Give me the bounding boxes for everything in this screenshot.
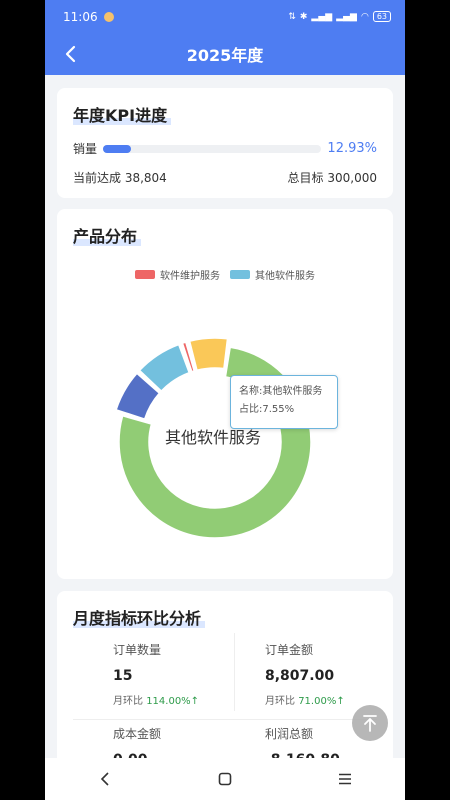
chart-legend: 软件维护服务 其他软件服务 (57, 267, 393, 282)
phone-screen: 11:06 ⇅ ✱ ▂▄▆ ▂▄▆ ◠ 63 2025年度 年度KPI进度 销量… (45, 0, 405, 800)
back-button[interactable] (57, 41, 83, 67)
signal-icon: ▂▄▆ (311, 11, 333, 22)
metric-order-count: 订单数量 15 月环比 114.00%↑ (113, 641, 263, 707)
chart-tooltip: 名称:其他软件服务 占比:7.55% (230, 375, 338, 429)
legend-item-0[interactable]: 软件维护服务 (135, 267, 220, 282)
home-square-icon (218, 772, 232, 786)
status-bar: 11:06 ⇅ ✱ ▂▄▆ ▂▄▆ ◠ 63 (45, 0, 405, 33)
metric-value: 8,807.00 (265, 668, 335, 684)
bluetooth-icon: ✱ (299, 11, 308, 22)
metric-mom: 月环比 114.00%↑ (113, 696, 200, 707)
kpi-progress-row: 销量 12.93% (73, 140, 377, 157)
legend-item-1[interactable]: 其他软件服务 (230, 267, 315, 282)
arrow-up-icon (363, 715, 377, 732)
metric-label: 订单金额 (265, 643, 314, 657)
metric-value: 15 (113, 668, 133, 684)
network-speed-icon: ⇅ (288, 11, 296, 22)
menu-lines-icon (339, 773, 351, 785)
kpi-label: 销量 (73, 142, 98, 156)
notification-icon (103, 11, 114, 22)
page-title: 2025年度 (186, 46, 264, 65)
metric-order-amount: 订单金额 8,807.00 月环比 71.00%↑ (265, 641, 405, 707)
kpi-card-title: 年度KPI进度 (73, 102, 172, 126)
monthly-card-title: 月度指标环比分析 (73, 605, 206, 629)
tooltip-name: 名称:其他软件服务 (239, 386, 323, 397)
nav-bar: 2025年度 (45, 33, 405, 75)
metric-label: 订单数量 (113, 643, 162, 657)
system-back-button[interactable] (85, 764, 125, 794)
scroll-top-button[interactable] (352, 705, 388, 741)
wifi-icon: ◠ (360, 11, 369, 22)
kpi-achieved: 当前达成 38,804 (73, 171, 167, 185)
metric-divider-horizontal (73, 719, 377, 720)
legend-label-0: 软件维护服务 (160, 271, 220, 282)
legend-label-1: 其他软件服务 (255, 271, 315, 282)
kpi-percent: 12.93% (327, 141, 377, 156)
kpi-target: 总目标 300,000 (287, 171, 377, 185)
kpi-progress-track (103, 144, 322, 153)
kpi-progress-fill (103, 144, 132, 153)
metric-mom: 月环比 71.00%↑ (265, 696, 345, 707)
tooltip-ratio: 占比:7.55% (239, 404, 295, 415)
legend-swatch-0 (135, 270, 155, 279)
system-nav-bar (45, 758, 405, 800)
system-home-button[interactable] (205, 764, 245, 794)
status-time: 11:06 (63, 9, 98, 24)
product-card: 产品分布 软件维护服务 其他软件服务 (57, 209, 393, 579)
kpi-summary: 当前达成 38,804 总目标 300,000 (73, 169, 377, 186)
product-card-title: 产品分布 (73, 223, 142, 247)
system-menu-button[interactable] (325, 764, 365, 794)
legend-swatch-1 (230, 270, 250, 279)
signal-4g-icon: ▂▄▆ (336, 11, 357, 22)
metric-label: 成本金额 (113, 727, 162, 741)
kpi-card: 年度KPI进度 销量 12.93% 当前达成 38,804 总目标 300,00… (57, 88, 393, 198)
chevron-left-icon (65, 45, 76, 63)
battery-icon: 63 (372, 11, 391, 22)
back-triangle-icon (100, 772, 109, 786)
